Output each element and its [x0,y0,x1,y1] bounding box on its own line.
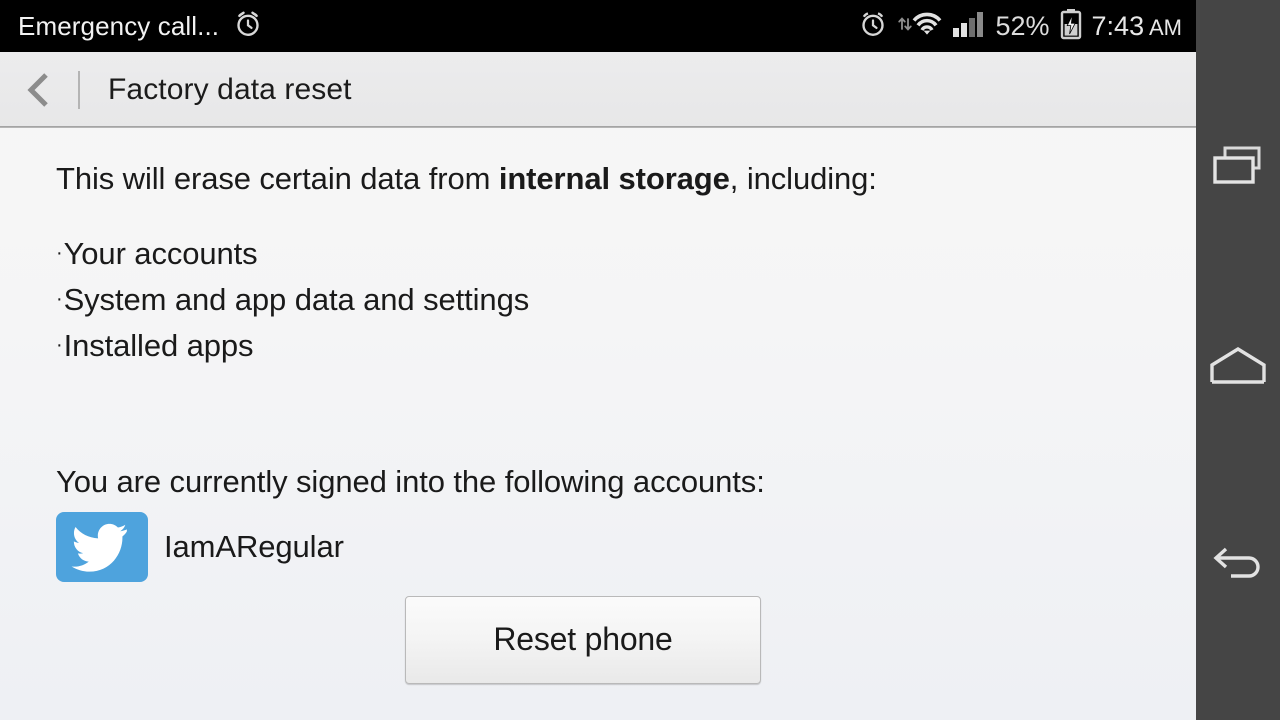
list-item: ·System and app data and settings [56,279,1140,325]
navigation-bar [1196,0,1280,720]
erase-items-list: ·Your accounts ·System and app data and … [56,233,1140,371]
content-area: This will erase certain data from intern… [0,128,1196,720]
status-bar-clock: 7:43 AM [1092,11,1182,42]
erase-warning-suffix: , including: [729,161,877,196]
clock-ampm-text: AM [1149,14,1182,40]
action-bar: Factory data reset [0,52,1196,128]
account-name: IamARegular [164,528,344,564]
battery-charging-icon [1059,8,1083,45]
screen: Emergency call... 52% 7:43 AM Factory da… [0,0,1280,720]
alarm-clock-icon [858,9,888,44]
recents-button[interactable] [1196,88,1280,248]
back-button[interactable] [1196,488,1280,648]
erase-warning-prefix: This will erase certain data from [56,161,499,196]
list-item-label: Installed apps [63,327,254,363]
list-item: ·Your accounts [56,233,1140,279]
list-item: IamARegular [56,511,1140,582]
home-icon [1208,344,1268,393]
reset-phone-button[interactable]: Reset phone [405,595,761,684]
status-bar: Emergency call... 52% 7:43 AM [0,0,1196,52]
home-button[interactable] [1196,288,1280,448]
erase-warning-text: This will erase certain data from intern… [56,160,1140,199]
list-item: ·Installed apps [56,325,1140,371]
recents-icon [1210,143,1266,194]
back-arrow-icon [1209,543,1267,594]
status-bar-left: Emergency call... [18,9,263,44]
twitter-icon [56,511,148,582]
cellular-signal-icon [952,9,986,44]
bullet-dot-icon: · [56,241,63,264]
action-bar-divider [78,71,80,109]
back-chevron-icon[interactable] [0,52,72,128]
erase-warning-bold: internal storage [498,161,730,196]
alarm-clock-icon [233,9,263,44]
emergency-call-text: Emergency call... [18,10,220,41]
status-bar-right: 52% 7:43 AM [858,8,1182,45]
bullet-dot-icon: · [56,287,63,310]
list-item-label: Your accounts [63,235,258,271]
reset-button-container: Reset phone [56,595,1140,684]
phone-screen-area: Emergency call... 52% 7:43 AM Factory da… [0,0,1196,720]
signed-in-accounts-label: You are currently signed into the follow… [56,463,765,499]
wifi-icon [897,9,943,44]
clock-time: 7:43 [1091,10,1145,41]
bullet-dot-icon: · [56,333,63,356]
page-title: Factory data reset [108,73,352,106]
list-item-label: System and app data and settings [63,281,530,317]
battery-percent-text: 52% [995,10,1050,41]
